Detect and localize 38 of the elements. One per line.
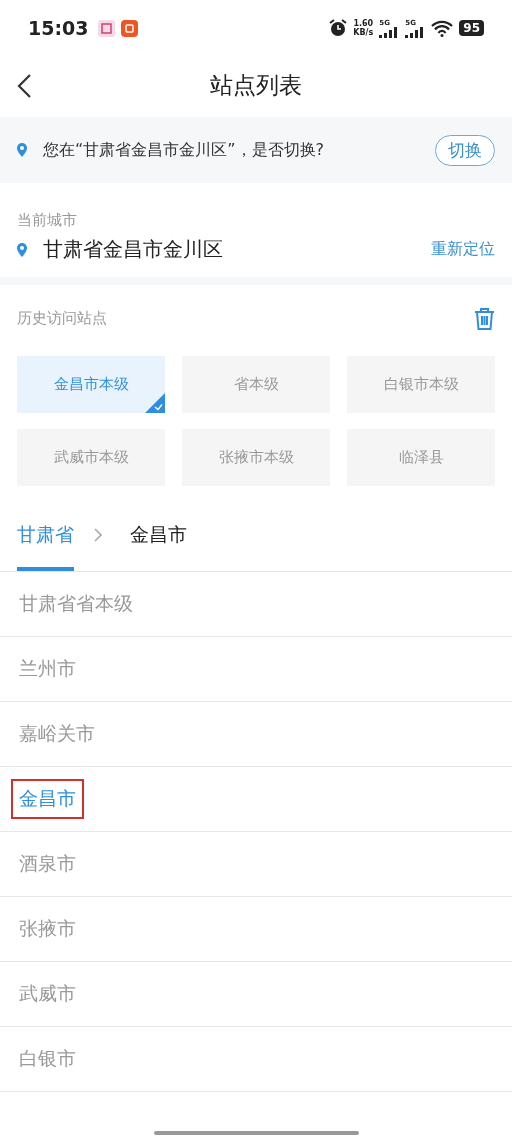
history-site[interactable]: 省本级 bbox=[182, 356, 330, 413]
check-corner-icon bbox=[145, 393, 165, 413]
region-item[interactable]: 甘肃省省本级 bbox=[11, 584, 141, 624]
region-item[interactable]: 金昌市 bbox=[11, 779, 84, 819]
chevron-right-icon bbox=[94, 527, 102, 542]
history-site[interactable]: 武威市本级 bbox=[17, 429, 165, 486]
alarm-clock-icon bbox=[329, 19, 348, 37]
history-site[interactable]: 临泽县 bbox=[347, 429, 495, 486]
region-item[interactable]: 白银市 bbox=[11, 1039, 84, 1079]
history-site[interactable]: 白银市本级 bbox=[347, 356, 495, 413]
trash-icon[interactable] bbox=[474, 307, 495, 330]
app-icon bbox=[98, 19, 116, 37]
region-item[interactable]: 兰州市 bbox=[11, 649, 84, 689]
region-item[interactable]: 武威市 bbox=[11, 974, 84, 1014]
battery-level: 95 bbox=[459, 20, 484, 36]
breadcrumb-tab[interactable]: 金昌市 bbox=[130, 498, 187, 571]
region-item[interactable]: 嘉峪关市 bbox=[11, 714, 103, 754]
location-pin-icon bbox=[17, 242, 27, 257]
breadcrumb-tab[interactable]: 甘肃省 bbox=[17, 498, 74, 571]
history-site[interactable]: 金昌市本级 bbox=[17, 356, 165, 413]
page-title: 站点列表 bbox=[210, 70, 302, 100]
app-icon bbox=[121, 19, 139, 37]
section-label: 历史访问站点 bbox=[17, 309, 107, 328]
region-item[interactable]: 张掖市 bbox=[11, 909, 84, 949]
wifi-icon bbox=[431, 19, 454, 37]
location-pin-icon bbox=[17, 143, 27, 157]
relocate-link[interactable]: 重新定位 bbox=[431, 239, 495, 260]
region-item[interactable]: 酒泉市 bbox=[11, 844, 84, 884]
network-speed: 1.60 bbox=[353, 19, 374, 28]
network-speed-unit: KB/s bbox=[353, 28, 374, 37]
history-site[interactable]: 张掖市本级 bbox=[182, 429, 330, 486]
section-label: 当前城市 bbox=[17, 211, 78, 230]
location-prompt-text: 您在“甘肃省金昌市金川区”，是否切换? bbox=[43, 139, 326, 161]
signal-icon bbox=[379, 26, 400, 38]
clock-time: 15:03 bbox=[28, 17, 89, 39]
switch-button[interactable]: 切换 bbox=[435, 134, 495, 166]
signal-icon bbox=[405, 26, 426, 38]
current-city: 甘肃省金昌市金川区 bbox=[43, 236, 224, 263]
